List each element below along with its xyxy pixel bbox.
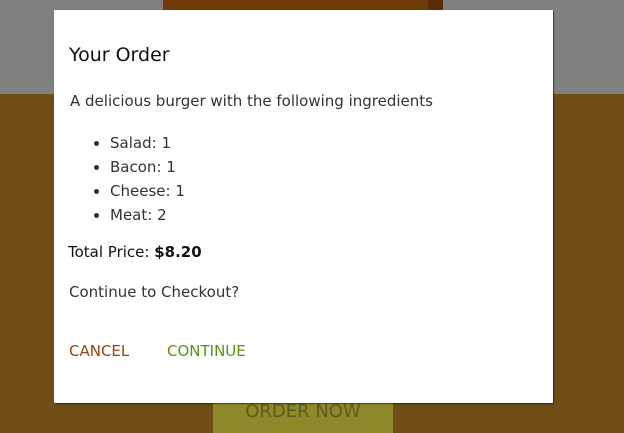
order-summary-modal: Your Order A delicious burger with the f… <box>54 10 553 403</box>
cancel-button[interactable]: CANCEL <box>69 342 129 360</box>
ingredient-item-cheese: Cheese: 1 <box>110 179 185 203</box>
ingredient-qty: 1 <box>166 158 176 176</box>
burger-builder-page: ORDER NOW Your Order A delicious burger … <box>0 0 624 433</box>
continue-button[interactable]: CONTINUE <box>167 342 246 360</box>
ingredient-item-meat: Meat: 2 <box>110 203 185 227</box>
ingredient-list: Salad: 1 Bacon: 1 Cheese: 1 Meat: 2 <box>110 131 185 227</box>
modal-title: Your Order <box>69 44 170 66</box>
ingredient-qty: 1 <box>161 134 171 152</box>
ingredient-name: Salad <box>110 134 152 152</box>
ingredient-qty: 1 <box>175 182 185 200</box>
total-price-label: Total Price: <box>68 243 150 261</box>
ingredient-item-bacon: Bacon: 1 <box>110 155 185 179</box>
total-price-value: $8.20 <box>154 243 202 261</box>
ingredient-item-salad: Salad: 1 <box>110 131 185 155</box>
ingredient-name: Meat <box>110 206 148 224</box>
total-price: Total Price: $8.20 <box>68 243 202 261</box>
ingredient-qty: 2 <box>157 206 167 224</box>
ingredient-name: Cheese <box>110 182 166 200</box>
checkout-question: Continue to Checkout? <box>69 283 240 301</box>
order-description: A delicious burger with the following in… <box>70 92 433 110</box>
ingredient-name: Bacon <box>110 158 157 176</box>
